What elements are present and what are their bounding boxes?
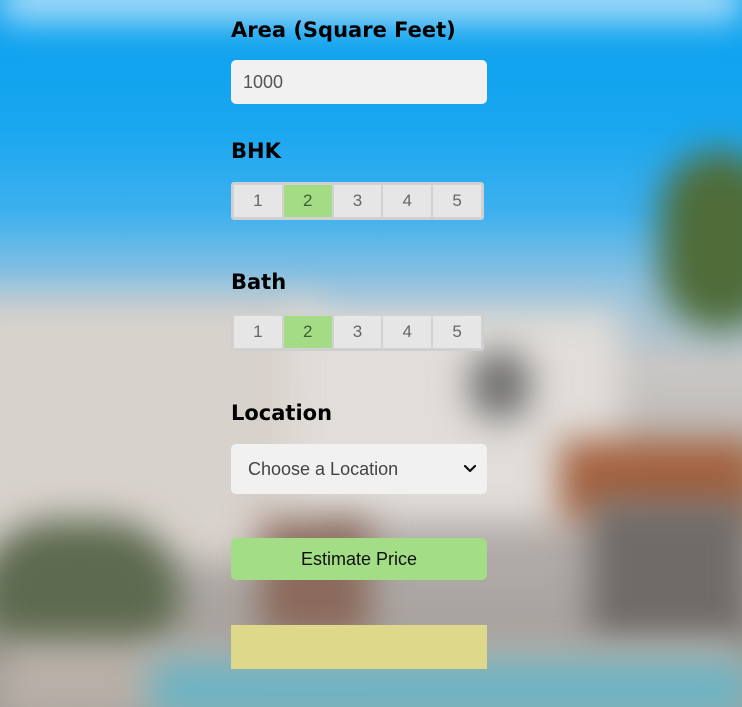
bath-option-4[interactable]: 4 <box>382 315 433 349</box>
bhk-option-4[interactable]: 4 <box>382 184 433 218</box>
bath-option-2[interactable]: 2 <box>282 315 333 349</box>
location-select-value: Choose a Location <box>248 458 399 479</box>
area-input[interactable] <box>231 60 487 104</box>
estimate-price-button[interactable]: Estimate Price <box>231 538 487 580</box>
blurred-house-background <box>0 0 742 707</box>
bhk-option-5[interactable]: 5 <box>432 184 482 218</box>
bath-switch: 12345 <box>231 313 484 351</box>
bhk-option-2[interactable]: 2 <box>282 184 333 218</box>
estimated-price-output <box>231 625 487 669</box>
bath-option-3[interactable]: 3 <box>332 315 383 349</box>
location-label: Location <box>231 401 333 425</box>
chevron-down-icon <box>463 462 477 476</box>
bath-label: Bath <box>231 270 287 294</box>
bhk-switch: 12345 <box>231 182 484 220</box>
bhk-label: BHK <box>231 139 281 163</box>
location-select[interactable]: Choose a Location <box>231 444 487 494</box>
bath-option-1[interactable]: 1 <box>233 315 283 349</box>
bhk-option-1[interactable]: 1 <box>233 184 283 218</box>
area-label: Area (Square Feet) <box>231 18 456 42</box>
bath-option-5[interactable]: 5 <box>432 315 482 349</box>
bhk-option-3[interactable]: 3 <box>332 184 383 218</box>
